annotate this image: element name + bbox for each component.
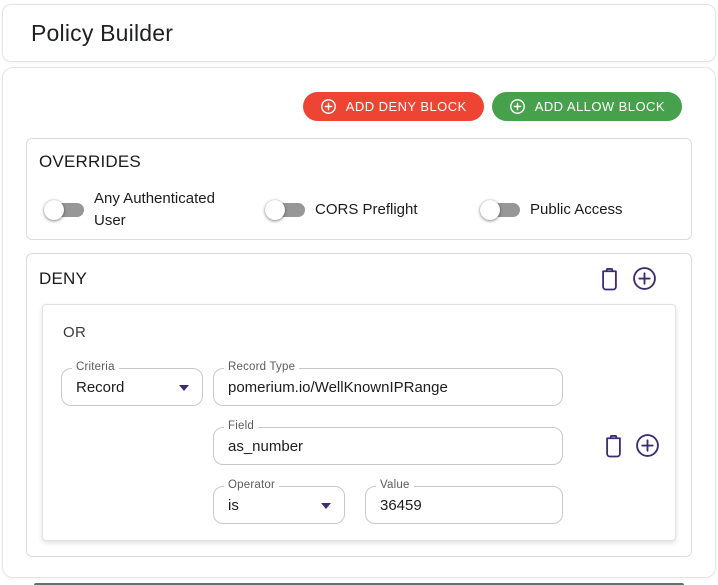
- chevron-down-icon: [321, 503, 331, 509]
- add-allow-block-button[interactable]: ADD ALLOW BLOCK: [492, 92, 682, 121]
- deny-block-section: DENY: [26, 253, 692, 557]
- circle-plus-icon: [632, 266, 657, 291]
- policy-builder-panel: ADD DENY BLOCK ADD ALLOW BLOCK OVERRIDES…: [2, 67, 716, 578]
- toggle-cors-preflight: CORS Preflight: [265, 199, 480, 221]
- public-access-switch[interactable]: [480, 199, 521, 221]
- operator-select-value: is: [228, 497, 239, 514]
- toggle-label: Any Authenticated User: [94, 188, 244, 232]
- record-type-field-wrapper: Record Type: [213, 368, 563, 406]
- add-deny-block-label: ADD DENY BLOCK: [346, 99, 467, 114]
- field-label: Field: [224, 420, 258, 432]
- deny-block-header: DENY: [27, 254, 691, 291]
- overrides-toggles: Any Authenticated User CORS Preflight Pu…: [27, 172, 691, 232]
- record-type-label: Record Type: [224, 361, 299, 373]
- switch-thumb: [265, 200, 285, 220]
- chevron-down-icon: [179, 385, 189, 391]
- criteria-select-label: Criteria: [72, 361, 119, 373]
- delete-rule-button[interactable]: [603, 434, 624, 458]
- combinator-label: OR: [63, 324, 86, 341]
- add-block-buttons: ADD DENY BLOCK ADD ALLOW BLOCK: [303, 92, 682, 121]
- toggle-any-authenticated-user: Any Authenticated User: [44, 188, 265, 232]
- circle-plus-icon: [635, 433, 660, 458]
- overrides-title: OVERRIDES: [27, 139, 691, 172]
- switch-thumb: [44, 200, 64, 220]
- header-card: Policy Builder: [2, 4, 716, 62]
- criteria-select[interactable]: Criteria Record: [61, 368, 203, 406]
- add-allow-block-label: ADD ALLOW BLOCK: [535, 99, 665, 114]
- trash-icon: [603, 434, 624, 458]
- delete-deny-block-button[interactable]: [599, 267, 620, 291]
- record-type-input[interactable]: [214, 369, 562, 405]
- toggle-label: CORS Preflight: [315, 199, 418, 221]
- value-label: Value: [376, 479, 414, 491]
- operator-select-label: Operator: [224, 479, 279, 491]
- any-authenticated-user-switch[interactable]: [44, 199, 85, 221]
- rule-row-actions: [603, 433, 660, 458]
- field-field-wrapper: Field: [213, 427, 563, 465]
- switch-thumb: [480, 200, 500, 220]
- deny-block-title: DENY: [39, 269, 87, 289]
- add-rule-button[interactable]: [635, 433, 660, 458]
- cors-preflight-switch[interactable]: [265, 199, 306, 221]
- value-input[interactable]: [366, 487, 562, 523]
- page-title: Policy Builder: [31, 20, 173, 47]
- circle-plus-icon: [509, 98, 526, 115]
- value-field-wrapper: Value: [365, 486, 563, 524]
- criteria-select-value: Record: [76, 379, 124, 396]
- circle-plus-icon: [320, 98, 337, 115]
- or-rule-group: OR Criteria Record Record Type Field: [42, 304, 676, 541]
- add-deny-block-button[interactable]: ADD DENY BLOCK: [303, 92, 484, 121]
- add-group-button[interactable]: [632, 266, 657, 291]
- deny-block-actions: [599, 266, 657, 291]
- toggle-label: Public Access: [530, 199, 623, 221]
- toggle-public-access: Public Access: [480, 199, 623, 221]
- overrides-section: OVERRIDES Any Authenticated User CORS Pr…: [26, 138, 692, 240]
- trash-icon: [599, 267, 620, 291]
- field-input[interactable]: [214, 428, 562, 464]
- operator-select[interactable]: Operator is: [213, 486, 345, 524]
